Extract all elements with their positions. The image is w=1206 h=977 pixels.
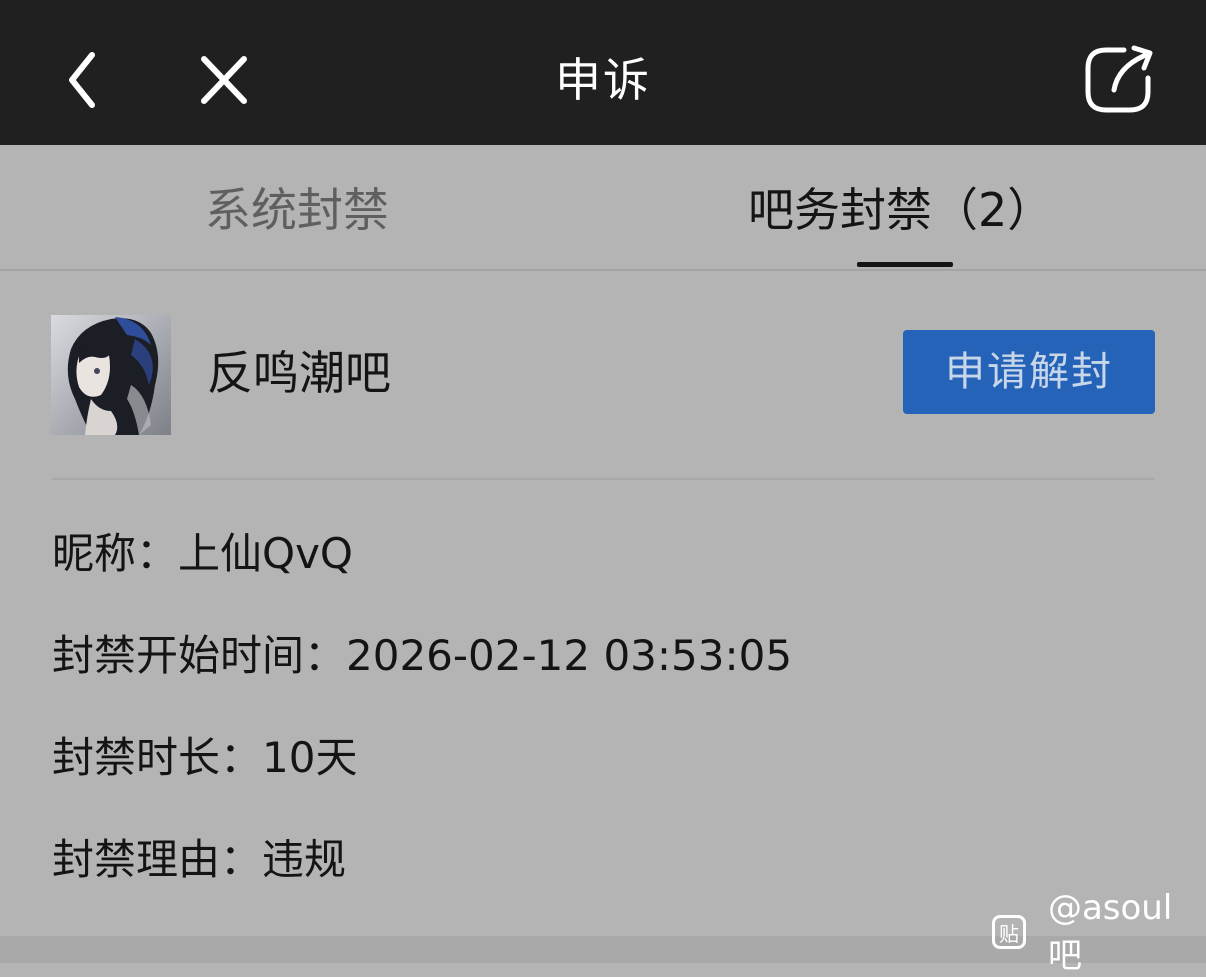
forum-name[interactable]: 反鸣潮吧	[207, 342, 391, 404]
ban-duration-value: 10天	[262, 733, 358, 782]
active-tab-indicator	[857, 262, 953, 267]
nickname-row: 昵称：上仙QvQ	[52, 524, 353, 584]
divider	[52, 478, 1155, 480]
tieba-logo-icon: 贴	[992, 915, 1026, 949]
share-button[interactable]	[1080, 40, 1160, 120]
ban-reason-row: 封禁理由：违规	[52, 830, 346, 890]
ban-type-tabs: 系统封禁 吧务封禁（2）	[0, 145, 1206, 271]
forum-avatar[interactable]	[51, 315, 171, 435]
ban-start-label: 封禁开始时间：	[52, 631, 347, 680]
ban-start-value: 2026-02-12 03:53:05	[346, 631, 793, 680]
page-title: 申诉	[555, 53, 651, 107]
top-bar: 申诉	[0, 0, 1206, 145]
appeal-unban-button[interactable]: 申请解封	[903, 330, 1155, 414]
ban-reason-value: 违规	[262, 835, 347, 884]
watermark: 贴 @asoul吧	[992, 888, 1206, 976]
nickname-label: 昵称：	[52, 529, 179, 578]
ban-duration-row: 封禁时长：10天	[52, 728, 357, 788]
ban-reason-label: 封禁理由：	[52, 835, 263, 884]
ban-duration-label: 封禁时长：	[52, 733, 263, 782]
share-icon	[1085, 45, 1153, 113]
tab-system-ban[interactable]: 系统封禁	[205, 175, 389, 245]
watermark-text: @asoul吧	[1047, 887, 1173, 976]
nickname-value: 上仙QvQ	[178, 529, 353, 578]
ban-start-row: 封禁开始时间：2026-02-12 03:53:05	[52, 626, 792, 686]
tab-forum-ban[interactable]: 吧务封禁（2）	[748, 175, 1053, 245]
